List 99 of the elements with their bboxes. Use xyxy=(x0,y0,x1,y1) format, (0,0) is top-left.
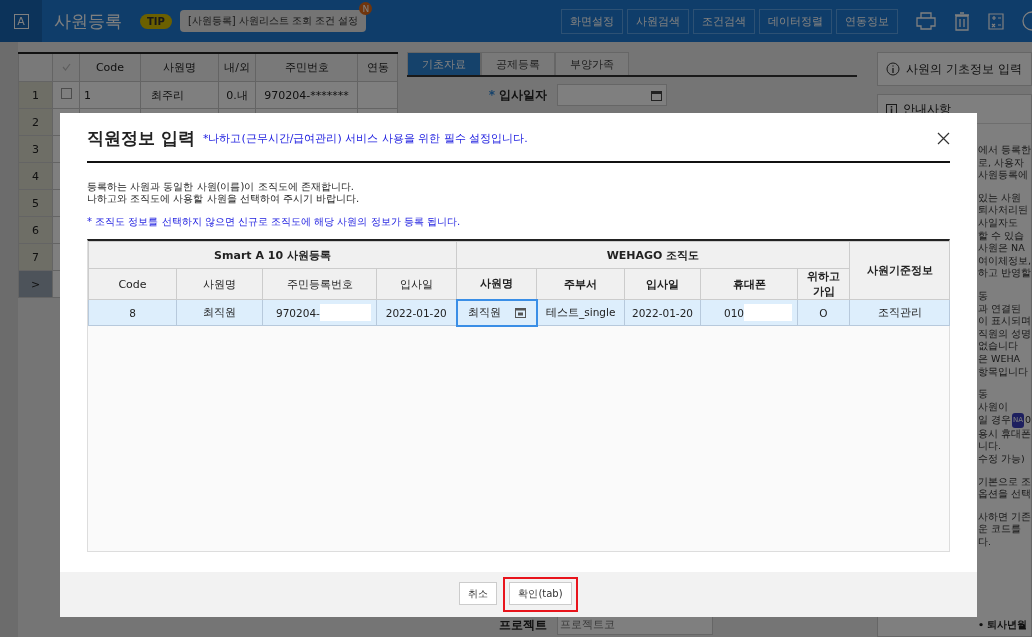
column-header: 사원명 xyxy=(176,268,263,300)
column-header: 휴대폰 xyxy=(700,268,798,300)
guide-text: 사원등록에 xyxy=(978,169,1028,182)
dialog-subtitle: *나하고(근무시간/급여관리) 서비스 사용을 위한 필수 설정입니다. xyxy=(202,130,528,146)
tab[interactable]: 기초자료 xyxy=(407,52,481,75)
column-header: 주부서 xyxy=(536,268,625,300)
table-cell: 0.내 xyxy=(226,88,248,102)
dialog-button[interactable]: 취소 xyxy=(459,582,498,605)
heading-text: 사원의 기초정보 입력 xyxy=(906,60,1022,78)
guide-text: 동 xyxy=(978,289,988,303)
trash-icon[interactable] xyxy=(954,11,970,31)
column-header: 연동 xyxy=(357,53,398,82)
calendar-icon[interactable] xyxy=(514,307,526,318)
guide-text: 수정 가능) xyxy=(978,453,1025,466)
table-cell: 970204- xyxy=(276,306,320,319)
dialog-button[interactable]: 확인(tab) xyxy=(509,582,572,605)
calendar-icon[interactable] xyxy=(651,89,662,101)
dialog-message: 등록하는 사원과 동일한 사원(이름)이 조직도에 존재합니다. 나하고와 조직도에 사용할 사원을 선택하여 주시기 바랍니다. xyxy=(87,181,361,205)
guide-text: 하고 반영할 xyxy=(978,267,1032,280)
field-label: * 입사일자 xyxy=(487,86,547,104)
tip-label: TIP xyxy=(140,13,172,29)
info-icon xyxy=(886,62,900,76)
guide-text: 동 xyxy=(978,388,988,401)
dialog-note: * 조직도 정보를 선택하지 않으면 신규로 조직도에 해당 사원의 정보가 등록 됩니다. xyxy=(87,215,462,229)
new-marker: N xyxy=(359,2,373,15)
row-number: 7 xyxy=(18,243,53,271)
calculator-icon[interactable] xyxy=(988,12,1004,30)
table-cell: 010 xyxy=(724,306,745,319)
table-cell: 8 xyxy=(129,306,136,319)
dialog-title: 직원정보 입력 xyxy=(87,126,195,150)
guide-text: 이 표시되며 xyxy=(978,315,1032,328)
group-header: 사원기준정보 xyxy=(849,241,950,300)
close-button[interactable] xyxy=(937,131,950,145)
row-checkbox[interactable] xyxy=(60,88,72,99)
guide-text: 니다. xyxy=(978,440,1002,454)
column-header: 입사일 xyxy=(624,268,701,300)
guide-text: 용시 휴대폰 xyxy=(978,427,1032,441)
table-cell: 970204-******* xyxy=(264,88,349,102)
field-label: 프로젝트 xyxy=(498,616,547,634)
guide-text: 옵션을 선택 xyxy=(978,488,1032,501)
tab[interactable]: 부양가족 xyxy=(555,52,629,75)
column-header: 주민번호 xyxy=(255,53,358,82)
guide-text: 운 코드를 xyxy=(978,523,1022,537)
guide-item: • 퇴사년월 xyxy=(977,619,1029,632)
guide-text: 할 수 있습 xyxy=(978,229,1025,243)
table-cell: 테스트_single xyxy=(546,305,616,320)
page-title: 사원등록 xyxy=(54,9,122,33)
row-number: 6 xyxy=(18,216,53,244)
logo-mark: A xyxy=(13,13,29,29)
date-field[interactable] xyxy=(557,84,667,106)
column-header: Code xyxy=(88,268,177,300)
guide-text: 사일자도 xyxy=(978,216,1018,230)
guide-text: 퇴사처리된 xyxy=(978,204,1028,217)
guide-text: 사원은 NA xyxy=(978,242,1025,255)
table-cell: O xyxy=(819,306,828,319)
column-header: 사원명 xyxy=(456,268,537,300)
row-number: 3 xyxy=(18,135,53,163)
column-header: 입사일 xyxy=(376,268,457,300)
guide-text: 사원이 xyxy=(978,400,1008,414)
guide-text: 항목입니다 xyxy=(978,365,1028,379)
group-header: Smart A 10 사원등록 xyxy=(88,241,457,269)
guide-text: 기본으로 조 xyxy=(978,475,1032,489)
guide-text: 있는 사원 xyxy=(978,191,1022,205)
row-number: 5 xyxy=(18,189,53,217)
guide-text: 로, 사용자 xyxy=(978,156,1025,170)
print-icon[interactable] xyxy=(916,12,936,30)
table-cell: 최직원 xyxy=(203,305,236,320)
guide-text: 0 xyxy=(1025,414,1032,427)
toolbar-button[interactable]: 조건검색 xyxy=(693,8,755,34)
toolbar-button[interactable]: 사원검색 xyxy=(627,8,689,34)
guide-text: 직원의 성명 xyxy=(978,327,1032,341)
table-cell: 2022-01-20 xyxy=(632,306,693,319)
row-number: 1 xyxy=(18,81,53,109)
toolbar-button[interactable]: 연동정보 xyxy=(836,8,898,34)
guide-text: 다. xyxy=(978,536,992,549)
guide-text: 여이체정보, xyxy=(978,254,1032,268)
group-header: WEHAGO 조직도 xyxy=(456,241,850,269)
guide-text: 일 경우 xyxy=(978,414,1012,427)
table-cell: 1 xyxy=(84,88,91,102)
guide-text: 없습니다 xyxy=(978,340,1018,353)
column-header: 주민등록번호 xyxy=(262,268,377,300)
tab[interactable]: 공제등록 xyxy=(481,52,555,75)
column-header: Code xyxy=(79,53,141,82)
row-number: 2 xyxy=(18,108,53,136)
table-cell: 최주리 xyxy=(151,88,184,102)
guide-text: 은 WEHA xyxy=(978,352,1021,366)
column-header: 사원명 xyxy=(140,53,219,82)
table-cell: 조직관리 xyxy=(877,305,922,320)
table-cell: 2022-01-20 xyxy=(385,306,447,319)
column-header: 내/외 xyxy=(218,53,256,82)
row-number: > xyxy=(18,270,53,298)
guide-text: 과 연결된 xyxy=(978,302,1022,316)
guide-text: 사하면 기존 xyxy=(978,510,1032,524)
column-header: 위하고 가입 xyxy=(797,268,850,300)
guide-text: 에서 등록한 xyxy=(978,144,1032,157)
toolbar-button[interactable]: 화면설정 xyxy=(561,8,623,34)
row-number: 4 xyxy=(18,162,53,190)
check-all-icon[interactable] xyxy=(61,63,71,71)
toolbar-button[interactable]: 데이터정렬 xyxy=(759,8,832,34)
